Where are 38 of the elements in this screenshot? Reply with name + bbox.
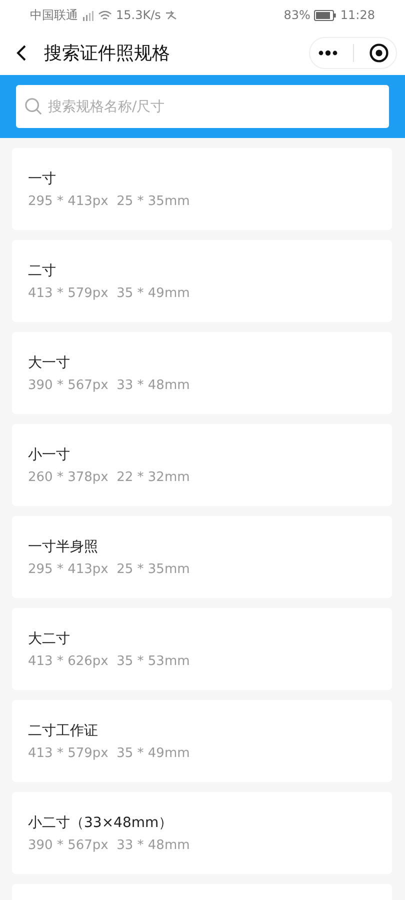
battery-percent: 83% — [284, 8, 310, 22]
spec-name: 一寸 — [28, 170, 57, 188]
search-icon — [24, 97, 43, 116]
wifi-icon — [98, 10, 112, 20]
spec-card[interactable]: 二寸工作证 413 * 579px 35 * 49mm — [12, 700, 392, 782]
back-icon[interactable] — [16, 44, 28, 62]
spec-card[interactable]: 小二寸（33×48mm） 390 * 567px 33 * 48mm — [12, 792, 392, 874]
clock-time: 11:28 — [340, 8, 375, 22]
spec-name: 大二寸 — [28, 630, 71, 648]
network-speed: 15.3K/s — [116, 8, 161, 22]
notification-icon — [164, 10, 177, 20]
spec-size: 295 * 413px 25 * 35mm — [28, 194, 191, 209]
spec-card[interactable]: 一寸半身照 295 * 413px 25 * 35mm — [12, 516, 392, 598]
spec-name: 二寸工作证 — [28, 722, 99, 740]
spec-card[interactable]: 小一寸 260 * 378px 22 * 32mm — [12, 424, 392, 506]
spec-name: 大一寸 — [28, 354, 71, 372]
spec-card[interactable]: 大一寸 390 * 567px 33 * 48mm — [12, 332, 392, 414]
carrier-name: 中国联通 — [30, 6, 78, 24]
spec-size: 413 * 579px 35 * 49mm — [28, 746, 191, 761]
spec-name: 小二寸（33×48mm） — [28, 814, 174, 832]
battery-icon — [314, 10, 336, 20]
spec-size: 413 * 626px 35 * 53mm — [28, 654, 191, 669]
spec-name: 小一寸 — [28, 446, 71, 464]
page-title: 搜索证件照规格 — [44, 42, 171, 64]
spec-size: 390 * 567px 33 * 48mm — [28, 838, 191, 853]
spec-card[interactable]: 大二寸 413 * 626px 35 * 53mm — [12, 608, 392, 690]
spec-card[interactable]: 二寸 413 * 579px 35 * 49mm — [12, 240, 392, 322]
spec-size: 390 * 567px 33 * 48mm — [28, 378, 191, 393]
close-target-icon[interactable] — [368, 42, 388, 62]
signal-icon — [82, 10, 94, 20]
spec-card[interactable]: 一寸 295 * 413px 25 * 35mm — [12, 148, 392, 230]
spec-size: 295 * 413px 25 * 35mm — [28, 562, 191, 577]
spec-size: 413 * 579px 35 * 49mm — [28, 286, 191, 301]
spec-name: 一寸半身照 — [28, 538, 99, 556]
spec-size: 260 * 378px 22 * 32mm — [28, 470, 191, 485]
search-field[interactable]: 搜索规格名称/尺寸 — [16, 85, 389, 128]
spec-name: 二寸 — [28, 262, 57, 280]
more-icon[interactable] — [318, 50, 338, 56]
